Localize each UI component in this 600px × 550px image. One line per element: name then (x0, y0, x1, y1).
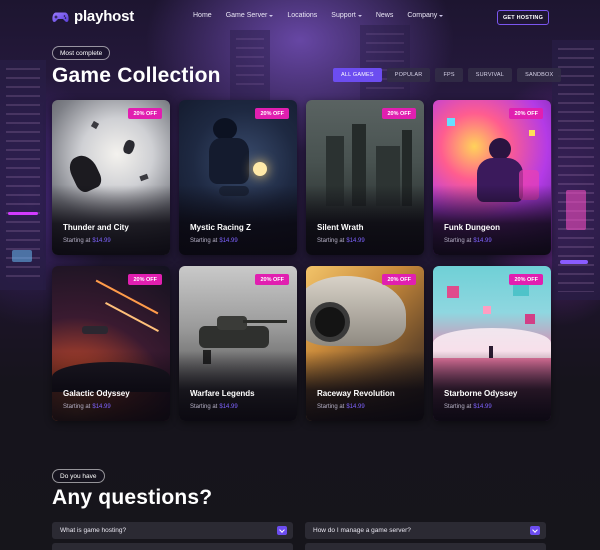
nav-item-news[interactable]: News (376, 12, 394, 19)
get-hosting-button[interactable]: GET HOSTING (497, 10, 549, 25)
tab-fps[interactable]: FPS (435, 68, 463, 82)
faq-title: Any questions? (52, 486, 213, 509)
game-card-starborne-odyssey[interactable]: 20% OFF Starborne Odyssey Starting at $14… (433, 266, 551, 421)
game-card-silent-wrath[interactable]: 20% OFF Silent Wrath Starting at $14.99 (306, 100, 424, 255)
tab-sandbox[interactable]: SANDBOX (517, 68, 562, 82)
chevron-down-icon (439, 14, 444, 17)
game-title: Starborne Odyssey (444, 389, 518, 398)
game-title: Galactic Odyssey (63, 389, 130, 398)
discount-badge: 20% OFF (382, 274, 416, 285)
game-price: Starting at $14.99 (190, 238, 238, 244)
game-price: Starting at $14.99 (63, 404, 111, 410)
main-menu: Home Game Server Locations Support News … (193, 12, 457, 19)
game-card-mystic-racing-z[interactable]: 20% OFF Mystic Racing Z Starting at $14.9… (179, 100, 297, 255)
faq-question[interactable] (305, 543, 546, 550)
brand-logo[interactable]: playhost (52, 8, 134, 25)
chevron-down-icon[interactable] (277, 526, 287, 535)
game-title: Funk Dungeon (444, 223, 500, 232)
discount-badge: 20% OFF (509, 108, 543, 119)
gamepad-icon (52, 12, 69, 22)
game-card-thunder-and-city[interactable]: 20% OFF Thunder and City Starting at $14.… (52, 100, 170, 255)
faq-question[interactable] (52, 543, 293, 550)
nav-item-game-server[interactable]: Game Server (226, 12, 274, 19)
nav-item-company[interactable]: Company (407, 12, 444, 19)
discount-badge: 20% OFF (128, 108, 162, 119)
discount-badge: 20% OFF (255, 108, 289, 119)
game-card-warfare-legends[interactable]: 20% OFF Warfare Legends Starting at $14.9… (179, 266, 297, 421)
filter-tabs: ALL GAMES POPULAR FPS SURVIVAL SANDBOX (333, 68, 562, 82)
discount-badge: 20% OFF (128, 274, 162, 285)
tab-popular[interactable]: POPULAR (386, 68, 431, 82)
tab-all-games[interactable]: ALL GAMES (333, 68, 382, 82)
game-price: Starting at $14.99 (317, 238, 365, 244)
game-card-galactic-odyssey[interactable]: 20% OFF Galactic Odyssey Starting at $14.… (52, 266, 170, 421)
game-card-raceway-revolution[interactable]: 20% OFF Raceway Revolution Starting at $1… (306, 266, 424, 421)
game-card-funk-dungeon[interactable]: 20% OFF Funk Dungeon Starting at $14.99 (433, 100, 551, 255)
tab-survival[interactable]: SURVIVAL (467, 68, 513, 82)
chevron-down-icon[interactable] (530, 526, 540, 535)
faq-question[interactable]: How do I manage a game server? (305, 522, 546, 539)
game-title: Raceway Revolution (317, 389, 395, 398)
game-price: Starting at $14.99 (444, 404, 492, 410)
game-price: Starting at $14.99 (317, 404, 365, 410)
discount-badge: 20% OFF (382, 108, 416, 119)
faq-question[interactable]: What is game hosting? (52, 522, 293, 539)
nav-item-locations[interactable]: Locations (287, 12, 317, 19)
game-price: Starting at $14.99 (63, 238, 111, 244)
discount-badge: 20% OFF (509, 274, 543, 285)
brand-name: playhost (74, 8, 135, 25)
game-title: Warfare Legends (190, 389, 255, 398)
page-title: Game Collection (52, 64, 221, 87)
nav-item-home[interactable]: Home (193, 12, 212, 19)
game-title: Mystic Racing Z (190, 223, 251, 232)
discount-badge: 20% OFF (255, 274, 289, 285)
section-eyebrow: Most complete (52, 46, 111, 60)
chevron-down-icon (357, 14, 362, 17)
game-price: Starting at $14.99 (444, 238, 492, 244)
game-title: Thunder and City (63, 223, 129, 232)
game-title: Silent Wrath (317, 223, 364, 232)
top-navigation: playhost Home Game Server Locations Supp… (0, 0, 600, 34)
game-price: Starting at $14.99 (190, 404, 238, 410)
faq-eyebrow: Do you have (52, 469, 105, 483)
nav-item-support[interactable]: Support (331, 12, 362, 19)
chevron-down-icon (269, 14, 274, 17)
